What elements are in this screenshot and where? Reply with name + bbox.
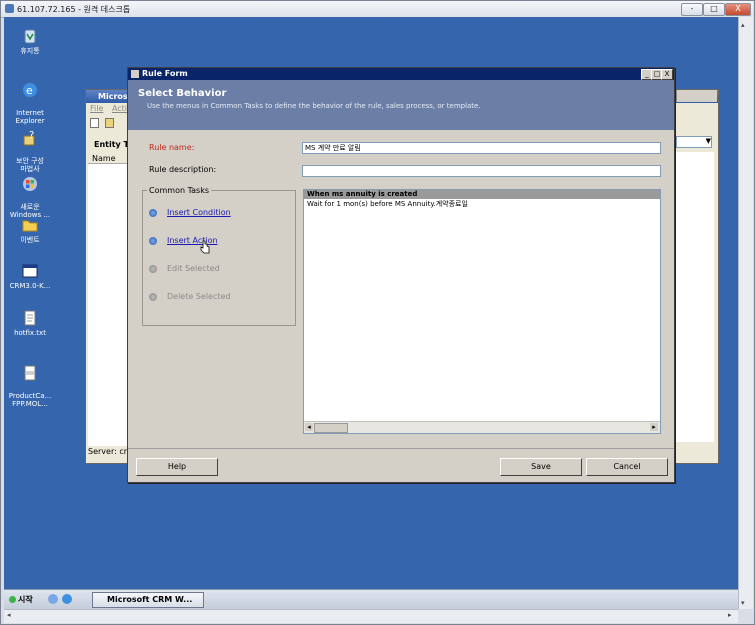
quick-launch-ie-icon[interactable] bbox=[62, 594, 72, 604]
rule-description-input[interactable] bbox=[302, 165, 661, 177]
dialog-titlebar[interactable]: Rule Form _ □ X bbox=[128, 68, 674, 80]
new-document-icon[interactable] bbox=[90, 118, 99, 128]
dialog-header: Select Behavior Use the menus in Common … bbox=[128, 80, 674, 130]
internet-explorer-icon: e bbox=[23, 83, 37, 97]
security-wizard-icon: ? bbox=[23, 130, 35, 146]
save-button[interactable]: Save bbox=[500, 458, 582, 476]
header-title: Select Behavior bbox=[138, 88, 227, 99]
rule-name-label: Rule name: bbox=[149, 143, 195, 152]
scroll-down-icon[interactable]: ▾ bbox=[741, 599, 745, 607]
windows-icon bbox=[23, 177, 37, 191]
scroll-left-icon[interactable]: ◂ bbox=[305, 423, 313, 431]
background-toolbar bbox=[90, 118, 126, 128]
behavior-header-row[interactable]: When ms annuity is created bbox=[304, 190, 660, 199]
desktop-icon-new-windows[interactable]: 새로운 Windows ... bbox=[2, 167, 58, 219]
footer-divider bbox=[128, 448, 674, 449]
remote-desktop-icon bbox=[5, 4, 14, 13]
background-dropdown[interactable]: ▼ bbox=[676, 136, 712, 148]
document-icon bbox=[24, 365, 36, 381]
edit-selected-link[interactable]: Edit Selected bbox=[149, 264, 220, 273]
recycle-bin-icon bbox=[24, 29, 36, 44]
scroll-right-icon[interactable]: ▸ bbox=[728, 611, 732, 619]
task-bullet-icon bbox=[149, 292, 157, 301]
task-bullet-icon bbox=[149, 208, 157, 217]
desktop-icon-hotfix[interactable]: hotfix.txt bbox=[2, 309, 58, 337]
remote-desktop-titlebar[interactable]: 61.107.72.165 - 원격 데스크톱 - □ X bbox=[1, 1, 753, 18]
insert-condition-link[interactable]: Insert Condition bbox=[149, 208, 231, 217]
desktop-icon-product[interactable]: ProductCa... FPP.MOL... bbox=[2, 356, 58, 408]
common-tasks-label: Common Tasks bbox=[147, 186, 212, 195]
desktop-icon-events-folder[interactable]: 이벤트 bbox=[2, 216, 58, 244]
task-bullet-icon bbox=[149, 236, 157, 245]
text-file-icon bbox=[24, 310, 36, 326]
taskbar-crm-window[interactable]: Microsoft CRM W... bbox=[92, 592, 204, 608]
open-folder-icon[interactable] bbox=[104, 118, 114, 128]
window-icon bbox=[22, 264, 38, 278]
desktop-icon-recycle-bin[interactable]: 휴지통 bbox=[2, 27, 58, 55]
rd-restore-button[interactable]: □ bbox=[703, 3, 725, 16]
name-column-header[interactable]: Name bbox=[88, 154, 132, 164]
remote-desktop-horizontal-scrollbar[interactable]: ◂ ▸ bbox=[4, 609, 738, 623]
quick-launch-desktop-icon[interactable] bbox=[48, 594, 58, 604]
background-list bbox=[88, 164, 128, 446]
rule-form-dialog: Rule Form _ □ X Select Behavior Use the … bbox=[127, 67, 675, 483]
rule-name-input[interactable]: MS 계약 만료 알림 bbox=[302, 142, 661, 154]
desktop-icon-crm[interactable]: CRM3.0-K... bbox=[2, 262, 58, 290]
svg-text:?: ? bbox=[29, 130, 34, 141]
remote-desktop-title: 61.107.72.165 - 원격 데스크톱 bbox=[17, 5, 131, 14]
svg-text:e: e bbox=[26, 84, 33, 97]
scroll-up-icon[interactable]: ▴ bbox=[741, 21, 745, 29]
dialog-app-icon bbox=[131, 70, 139, 78]
hand-cursor-icon bbox=[200, 240, 210, 254]
folder-icon bbox=[22, 220, 38, 232]
dialog-title: Rule Form bbox=[142, 69, 188, 78]
task-bullet-icon bbox=[149, 264, 157, 273]
scroll-thumb[interactable] bbox=[314, 423, 348, 433]
rule-description-label: Rule description: bbox=[149, 165, 217, 174]
background-right-pane bbox=[676, 152, 714, 442]
behavior-step-row[interactable]: Wait for 1 mon(s) before MS Annuity.계약종료… bbox=[307, 199, 468, 209]
behavior-list[interactable]: When ms annuity is created Wait for 1 mo… bbox=[303, 189, 661, 434]
taskbar: 시작 Microsoft CRM W... bbox=[4, 589, 738, 610]
delete-selected-link[interactable]: Delete Selected bbox=[149, 292, 231, 301]
header-description: Use the menus in Common Tasks to define … bbox=[147, 102, 481, 110]
rd-minimize-button[interactable]: - bbox=[681, 3, 703, 16]
remote-desktop-vertical-scrollbar[interactable]: ▴ ▾ bbox=[738, 17, 753, 609]
behavior-horizontal-scrollbar[interactable]: ◂ ▸ bbox=[304, 421, 660, 433]
background-window-controls[interactable] bbox=[676, 90, 717, 102]
start-button[interactable]: 시작 bbox=[7, 593, 43, 606]
help-button[interactable]: Help bbox=[136, 458, 218, 476]
desktop-icon-security-wizard[interactable]: ? 보안 구성 마법사 bbox=[2, 121, 58, 173]
rd-close-button[interactable]: X bbox=[725, 3, 751, 16]
start-icon bbox=[9, 596, 16, 603]
desktop-icon-internet-explorer[interactable]: e Internet Explorer bbox=[2, 73, 58, 125]
scroll-left-icon[interactable]: ◂ bbox=[7, 611, 11, 619]
dialog-close-button[interactable]: X bbox=[661, 69, 673, 80]
cancel-button[interactable]: Cancel bbox=[586, 458, 668, 476]
menu-file[interactable]: File bbox=[90, 104, 103, 113]
scroll-right-icon[interactable]: ▸ bbox=[650, 423, 658, 431]
